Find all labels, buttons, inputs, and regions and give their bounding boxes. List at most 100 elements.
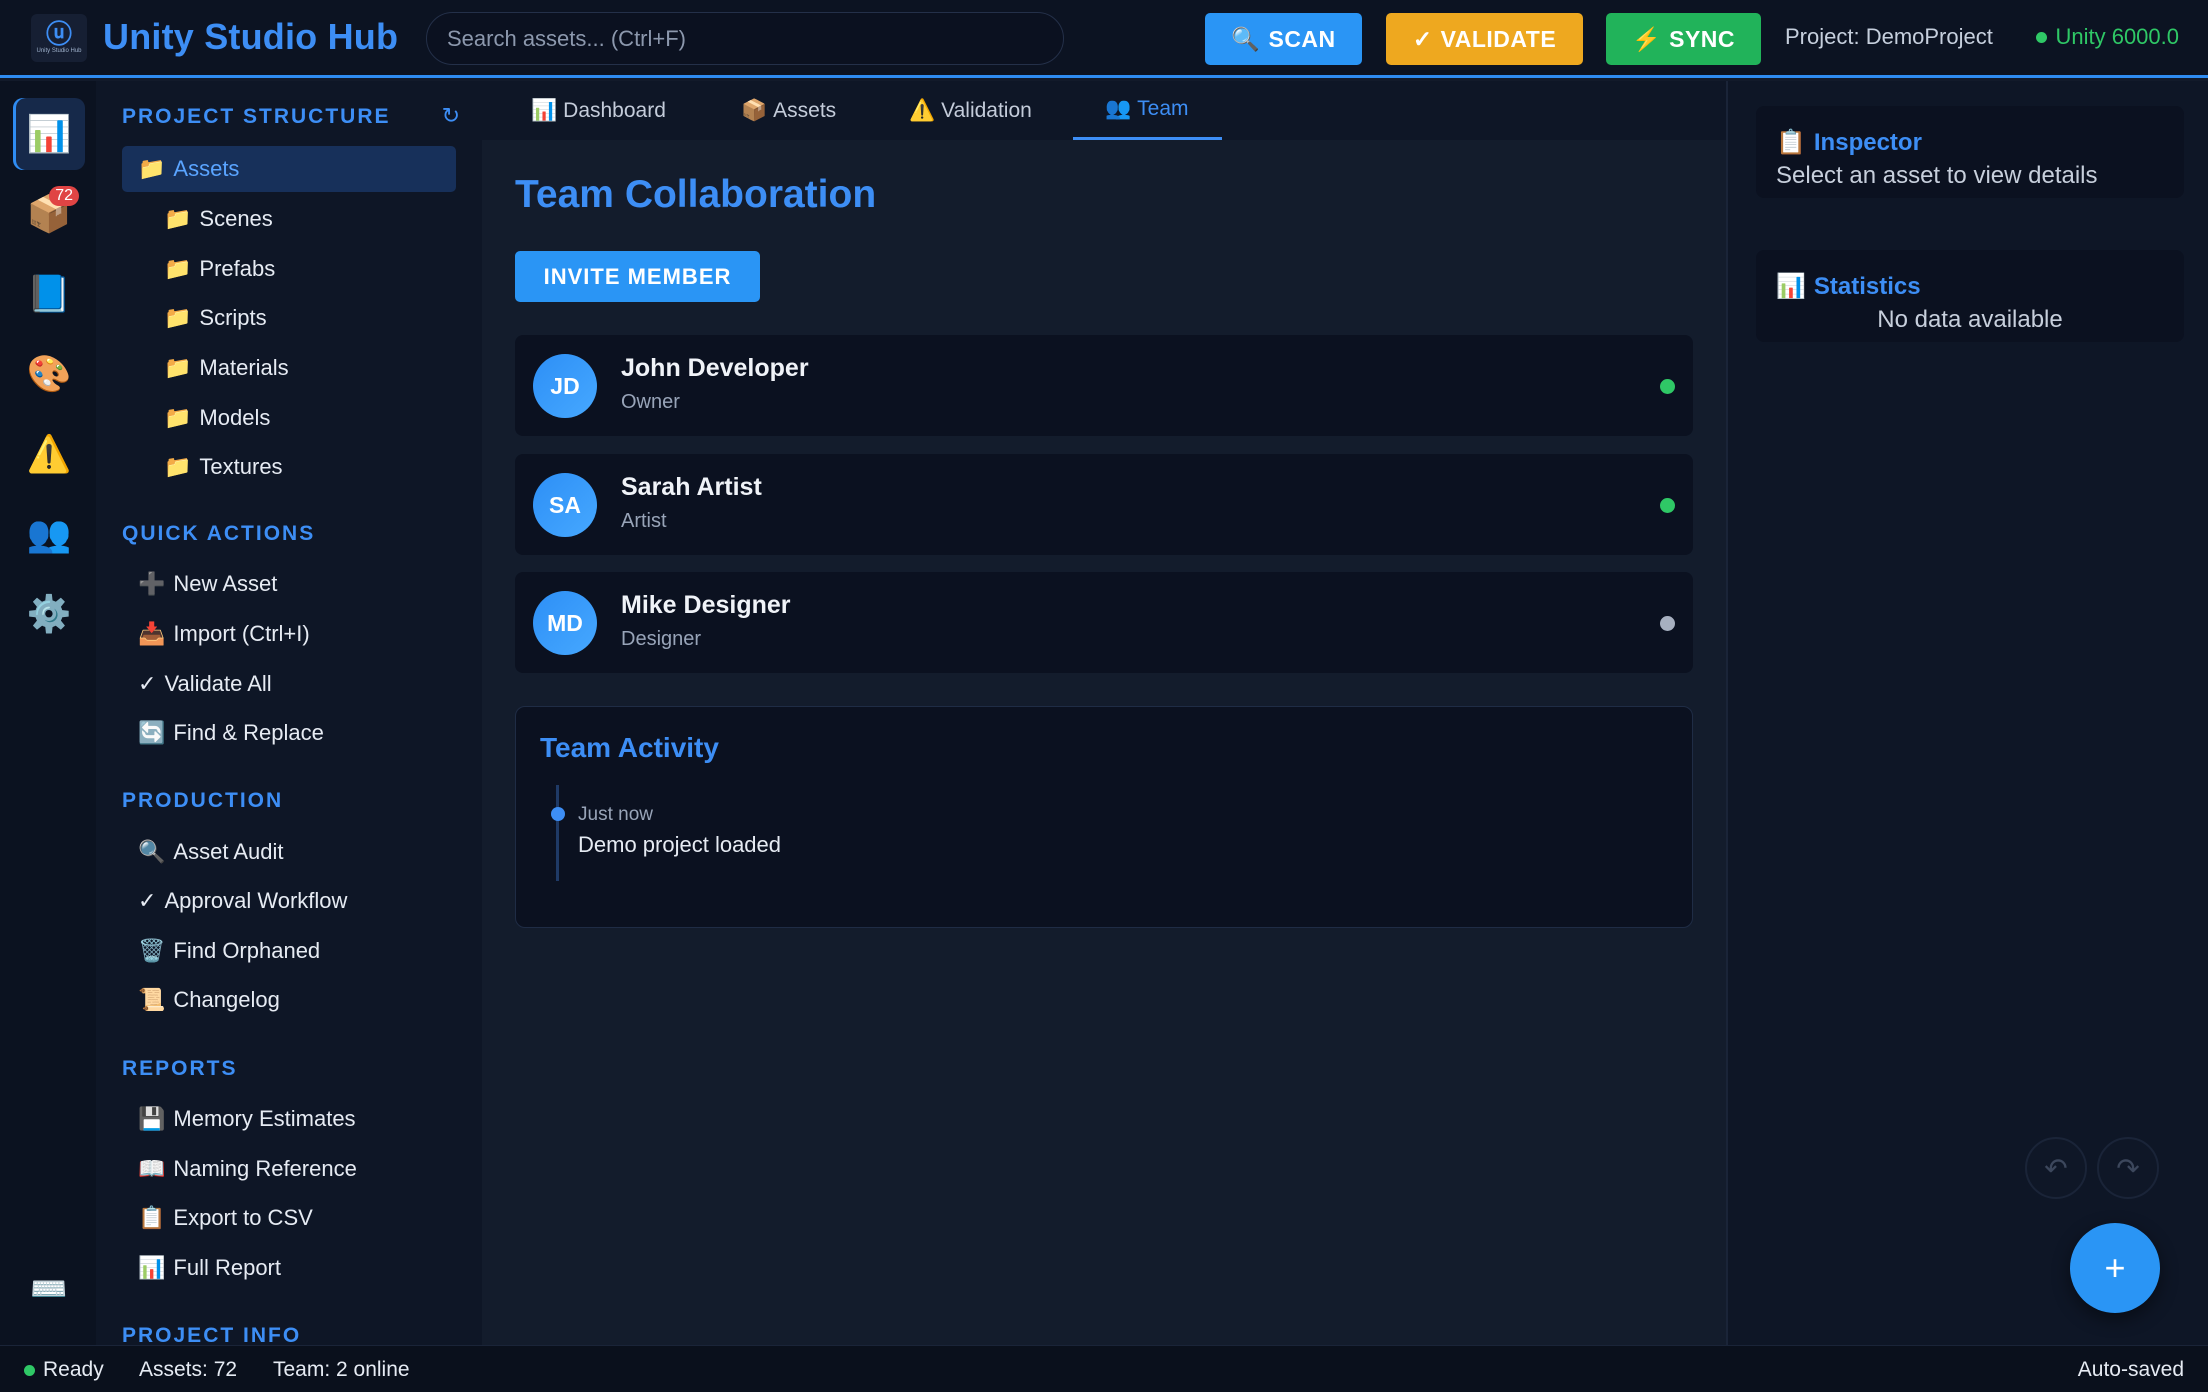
- production-label: Asset Audit: [173, 839, 284, 864]
- folder-assets[interactable]: 📁 Assets: [122, 146, 456, 192]
- rail-settings[interactable]: ⚙️: [13, 578, 85, 650]
- section-title-project-structure: PROJECT STRUCTURE: [122, 105, 391, 128]
- action-import[interactable]: 📥 Import (Ctrl+I): [122, 611, 456, 657]
- clipboard-icon: 📋: [1776, 129, 1806, 156]
- plus-icon: ➕: [138, 571, 166, 596]
- avatar: MD: [533, 591, 597, 655]
- report-label: Full Report: [173, 1255, 281, 1280]
- report-memory-estimates[interactable]: 💾 Memory Estimates: [122, 1096, 456, 1142]
- chart-icon: 📊: [1776, 273, 1806, 300]
- tab-label: Team: [1137, 97, 1189, 120]
- clipboard-icon: 📋: [138, 1205, 166, 1230]
- folder-label: Assets: [173, 156, 240, 181]
- refresh-icon[interactable]: ↻: [442, 103, 460, 129]
- report-naming-reference[interactable]: 📖 Naming Reference: [122, 1146, 456, 1192]
- open-book-icon: 📖: [138, 1156, 166, 1181]
- folder-scripts[interactable]: 📁 Scripts: [148, 295, 456, 341]
- check-icon: ✓: [138, 888, 157, 913]
- refresh-arrows-icon: 🔄: [138, 720, 166, 745]
- statistics-card: 📊 Statistics No data available: [1756, 250, 2184, 342]
- status-dot-icon: [2036, 31, 2048, 43]
- action-validate-all[interactable]: ✓ Validate All: [122, 661, 456, 707]
- folder-label: Models: [199, 405, 271, 430]
- member-role: Designer: [621, 628, 702, 650]
- validate-button[interactable]: ✓ VALIDATE: [1386, 13, 1583, 65]
- book-icon: 📘: [26, 273, 72, 314]
- rail-team[interactable]: 👥: [13, 498, 85, 570]
- tab-team[interactable]: 👥 Team: [1073, 81, 1222, 140]
- unity-version-label: Unity 6000.0: [2055, 24, 2179, 49]
- floppy-disk-icon: 💾: [138, 1106, 166, 1131]
- status-autosave: Auto-saved: [2077, 1358, 2184, 1381]
- member-name: John Developer: [621, 354, 809, 382]
- member-role: Artist: [621, 510, 667, 532]
- project-name: Project: DemoProject: [1785, 24, 1993, 49]
- team-member-card[interactable]: JD John Developer Owner: [515, 335, 1693, 436]
- page-title: Team Collaboration: [515, 173, 877, 216]
- folder-scenes[interactable]: 📁 Scenes: [148, 196, 456, 242]
- tab-validation[interactable]: ⚠️ Validation: [909, 81, 1032, 140]
- assets-count-badge: 72: [49, 186, 79, 206]
- rail-docs[interactable]: 📘: [13, 258, 85, 330]
- folder-label: Scripts: [199, 305, 267, 330]
- validate-label: VALIDATE: [1440, 25, 1557, 52]
- production-label: Find Orphaned: [173, 938, 321, 963]
- report-full-report[interactable]: 📊 Full Report: [122, 1245, 456, 1291]
- rail-keyboard-shortcuts[interactable]: ⌨️: [13, 1253, 85, 1325]
- action-label: Find & Replace: [173, 720, 324, 745]
- inspector-body: Select an asset to view details: [1776, 162, 2098, 189]
- folder-icon: 📁: [138, 156, 166, 181]
- app-logo[interactable]: ⓤ Unity Studio Hub: [31, 14, 87, 62]
- team-member-card[interactable]: SA Sarah Artist Artist: [515, 454, 1693, 555]
- inspector-title-label: Inspector: [1813, 128, 1922, 156]
- folder-materials[interactable]: 📁 Materials: [148, 345, 456, 391]
- folder-textures[interactable]: 📁 Textures: [148, 444, 456, 490]
- folder-label: Scenes: [199, 206, 273, 231]
- redo-button[interactable]: ↷: [2097, 1137, 2159, 1199]
- rail-dashboard[interactable]: 📊: [13, 98, 85, 170]
- plus-icon: +: [2104, 1247, 2126, 1288]
- team-member-card[interactable]: MD Mike Designer Designer: [515, 572, 1693, 673]
- folder-models[interactable]: 📁 Models: [148, 395, 456, 441]
- chart-icon: 📊: [26, 113, 72, 154]
- action-new-asset[interactable]: ➕ New Asset: [122, 561, 456, 607]
- ready-dot-icon: [24, 1364, 35, 1376]
- gear-icon: ⚙️: [26, 593, 72, 634]
- status-assets: Assets: 72: [139, 1358, 238, 1381]
- production-changelog[interactable]: 📜 Changelog: [122, 977, 456, 1023]
- undo-button[interactable]: ↶: [2025, 1137, 2087, 1199]
- search-input[interactable]: [426, 12, 1064, 65]
- tab-assets[interactable]: 📦 Assets: [741, 81, 836, 140]
- check-icon: ✓: [1412, 25, 1433, 52]
- folder-icon: 📁: [164, 256, 192, 281]
- rail-art[interactable]: 🎨: [13, 338, 85, 410]
- report-export-csv[interactable]: 📋 Export to CSV: [122, 1195, 456, 1241]
- production-label: Approval Workflow: [164, 888, 348, 913]
- action-label: New Asset: [173, 571, 278, 596]
- production-asset-audit[interactable]: 🔍 Asset Audit: [122, 829, 456, 875]
- folder-prefabs[interactable]: 📁 Prefabs: [148, 246, 456, 292]
- chart-icon: 📊: [531, 98, 558, 122]
- add-fab-button[interactable]: +: [2070, 1223, 2160, 1313]
- production-find-orphaned[interactable]: 🗑️ Find Orphaned: [122, 928, 456, 974]
- production-approval-workflow[interactable]: ✓ Approval Workflow: [122, 878, 456, 924]
- status-bar: Ready Assets: 72 Team: 2 online Auto-sav…: [0, 1345, 2208, 1392]
- action-find-replace[interactable]: 🔄 Find & Replace: [122, 710, 456, 756]
- rail-assets[interactable]: 📦 72: [13, 178, 85, 250]
- sidebar: PROJECT STRUCTURE ↻ 📁 Assets 📁 Scenes 📁 …: [96, 81, 482, 1345]
- warning-icon: ⚠️: [26, 433, 72, 474]
- sync-button[interactable]: ⚡ SYNC: [1606, 13, 1761, 65]
- invite-member-button[interactable]: INVITE MEMBER: [515, 251, 760, 302]
- unity-version: Unity 6000.0: [2036, 24, 2179, 50]
- tab-bar: 📊 Dashboard 📦 Assets ⚠️ Validation 👥 Tea…: [482, 81, 1726, 140]
- scroll-icon: 📜: [138, 987, 166, 1012]
- rail-validation[interactable]: ⚠️: [13, 418, 85, 490]
- activity-time: Just now: [578, 804, 653, 825]
- tab-dashboard[interactable]: 📊 Dashboard: [531, 81, 666, 140]
- statistics-body: No data available: [1877, 306, 2063, 333]
- report-label: Memory Estimates: [173, 1106, 356, 1131]
- team-icon: 👥: [26, 513, 72, 554]
- scan-button[interactable]: 🔍 SCAN: [1205, 13, 1362, 65]
- lightning-icon: ⚡: [1631, 25, 1662, 52]
- folder-icon: 📁: [164, 305, 192, 330]
